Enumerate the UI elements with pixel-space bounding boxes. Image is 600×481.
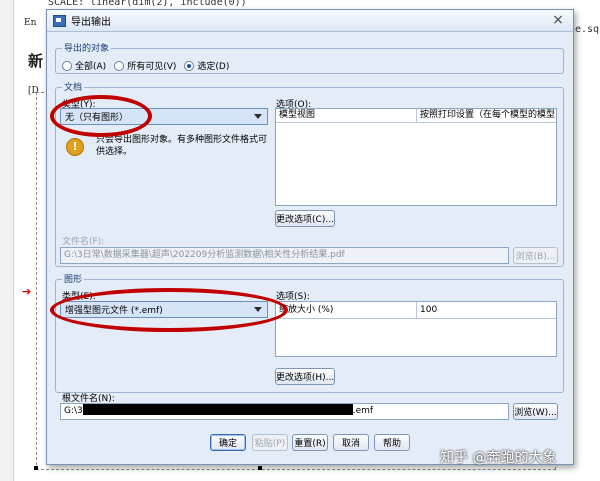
root-filename-field[interactable]: G:\3 .emf (60, 403, 509, 420)
watermark: 知乎 @奔跑的大象 (440, 450, 557, 466)
document-options-table[interactable]: 模型视图 按照打印设置（在每个模型的模型... (275, 108, 557, 206)
resize-handle[interactable] (258, 466, 262, 470)
background-right-text: e.sq (575, 24, 600, 35)
radio-all-visible[interactable]: 所有可见(V) (114, 59, 176, 72)
table-cell: 按照打印设置（在每个模型的模型... (420, 110, 556, 120)
help-button[interactable]: 帮助 (374, 434, 410, 451)
graphics-change-options-button[interactable]: 更改选项(H)... (275, 368, 335, 385)
close-icon[interactable]: × (545, 10, 571, 30)
dialog-titlebar: 导出输出 × (47, 10, 573, 32)
graphics-browse-button[interactable]: 浏览(W)... (513, 403, 558, 420)
document-filename-field[interactable]: G:\3日常\数据采集器\超声\202209分析监测数据\相关性分析结果.pdf (60, 247, 509, 264)
root-filename-suffix: .emf (352, 406, 374, 416)
graphics-group-label: 图形 (62, 272, 85, 285)
selection-arrow-icon: ➔ (22, 285, 32, 298)
radio-selected[interactable]: 选定(D) (184, 59, 229, 72)
document-group-label: 文档 (62, 80, 85, 93)
document-browse-button[interactable]: 浏览(B)... (513, 247, 558, 264)
reset-button[interactable]: 重置(R) (292, 434, 328, 451)
radio-label: 所有可见(V) (127, 62, 177, 72)
paste-button[interactable]: 粘贴(P) (252, 434, 288, 451)
graphics-options-table[interactable]: 缩放大小 (%) 100 (275, 301, 557, 357)
table-cell[interactable]: 100 (417, 302, 556, 318)
export-objects-label: 导出的对象 (62, 41, 112, 54)
background-label: En (24, 18, 37, 28)
document-change-options-button[interactable]: 更改选项(C)... (275, 210, 335, 227)
radio-label: 选定(D) (197, 62, 230, 72)
ok-button[interactable]: 确定 (210, 434, 246, 451)
table-cell: 缩放大小 (%) (276, 302, 417, 318)
editor-gutter (0, 0, 14, 481)
table-cell: 模型视图 (276, 109, 417, 122)
annotation-ellipse (50, 288, 288, 332)
resize-handle[interactable] (34, 466, 38, 470)
document-filename-label: 文件名(F): (62, 237, 105, 247)
app-icon (53, 14, 66, 27)
chevron-down-icon (254, 114, 262, 119)
table-row[interactable]: 模型视图 按照打印设置（在每个模型的模型... (276, 109, 556, 123)
radio-label: 全部(A) (75, 62, 107, 72)
radio-button[interactable] (114, 60, 125, 71)
radio-button[interactable] (62, 60, 72, 71)
radio-button[interactable] (184, 60, 195, 71)
radio-all[interactable]: 全部(A) (62, 59, 106, 72)
table-row[interactable]: 缩放大小 (%) 100 (276, 302, 556, 319)
root-filename-prefix: G:\3 (64, 406, 83, 416)
annotation-ellipse (50, 95, 152, 137)
background-code-line: SCALE: linear(dim(2), include(0)) (48, 0, 247, 8)
warning-icon: ! (66, 138, 84, 156)
dialog-title: 导出输出 (71, 17, 111, 28)
background-heading: 新 (28, 52, 44, 70)
redacted-bar (82, 404, 353, 415)
cancel-button[interactable]: 取消 (333, 434, 369, 451)
warning-message: 只会导出图形对象。有多种图形文件格式可供选择。 (96, 135, 268, 157)
